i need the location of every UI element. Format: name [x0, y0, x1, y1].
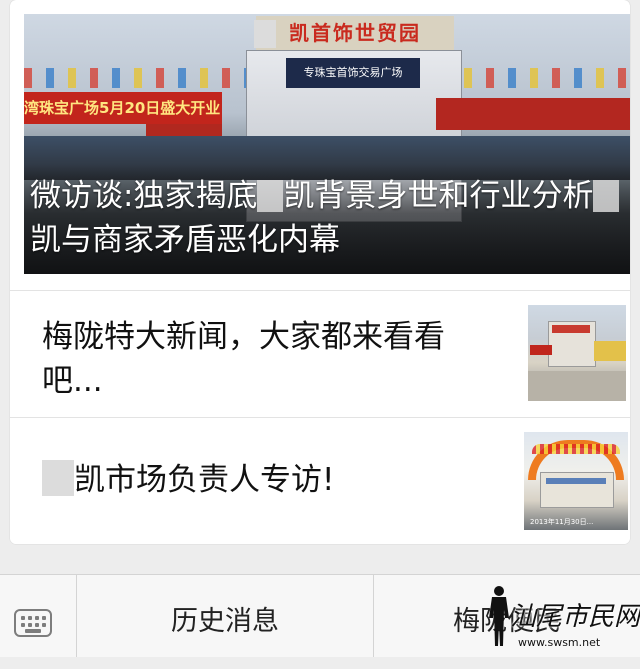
watermark-text: 汕尾市民网	[510, 602, 640, 632]
thumb-date-stamp: 2013年11月30日...	[530, 518, 594, 526]
list-item[interactable]: 凯市场负责人专访! 2013年11月30日...	[10, 417, 630, 544]
hero-building-mid-sign: 专珠宝首饰交易广场	[286, 58, 420, 88]
hero-banner-right	[436, 98, 630, 130]
list-item-thumbnail[interactable]: 2013年11月30日...	[524, 432, 628, 530]
keyboard-icon	[14, 609, 52, 637]
list-item-title[interactable]: 梅陇特大新闻，大家都来看看吧...	[42, 315, 502, 403]
redaction-block	[42, 460, 74, 496]
hero-banner-left-sub	[146, 124, 222, 136]
thumb-building-sign	[552, 325, 590, 333]
list-item[interactable]: 梅陇特大新闻，大家都来看看吧...	[10, 290, 630, 417]
thumb-wall	[594, 341, 626, 361]
list-item-title[interactable]: 凯市场负责人专访!	[42, 458, 502, 502]
hero-banner-left: 湾珠宝广场5月20日盛大开业	[24, 92, 222, 124]
watermark-url: www.swsm.net	[518, 636, 601, 649]
site-watermark: 汕尾市民网 www.swsm.net	[478, 580, 640, 656]
hero-building-sign: 凯首饰世贸园	[256, 16, 454, 50]
article-feed-card: 凯首饰世贸园 专珠宝首饰交易广场 湾珠宝广场5月20日盛大开业 微访谈:独家揭底…	[10, 0, 630, 544]
list-item-thumbnail[interactable]	[528, 305, 626, 401]
redaction-block	[257, 180, 284, 212]
hero-title-part3: 凯与商家矛盾恶化内幕	[30, 222, 340, 258]
keyboard-toggle-button[interactable]	[0, 575, 77, 657]
hero-article-title[interactable]: 微访谈:独家揭底 凯背景身世和行业分析凯与商家矛盾恶化内幕	[30, 174, 630, 262]
thumb-red-banner	[530, 345, 552, 355]
redaction-block	[593, 180, 620, 212]
list-item-title-text: 凯市场负责人专访!	[74, 462, 335, 498]
history-messages-button[interactable]: 历史消息	[77, 575, 374, 657]
thumb-arch-lights	[532, 444, 620, 454]
person-silhouette-icon	[489, 586, 509, 646]
hero-article[interactable]: 凯首饰世贸园 专珠宝首饰交易广场 湾珠宝广场5月20日盛大开业 微访谈:独家揭底…	[24, 14, 630, 274]
hero-title-part1: 微访谈:独家揭底	[30, 178, 258, 214]
thumb-road	[528, 371, 626, 401]
hero-title-part2: 凯背景身世和行业分析	[283, 178, 594, 214]
redaction-block	[254, 20, 276, 48]
